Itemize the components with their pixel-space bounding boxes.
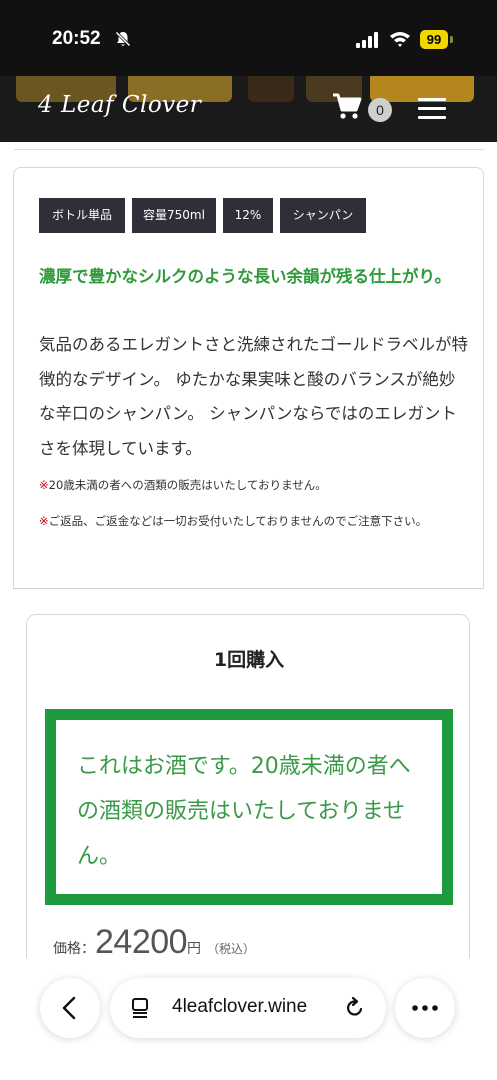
- return-policy-note: ※ご返品、ご返金などは一切お受付いたしておりませんのでご注意下さい。: [39, 506, 471, 536]
- url-text[interactable]: 4leafclover.wine: [172, 996, 307, 1018]
- battery-badge: 99: [420, 30, 448, 49]
- product-tags: ボトル単品 容量750ml 12% シャンパン: [39, 198, 366, 233]
- age-restriction-note: ※20歳未満の者への酒類の販売はいたしておりません。: [39, 470, 471, 500]
- status-time: 20:52: [52, 28, 101, 49]
- product-highlight: 濃厚で豊かなシルクのような長い余韻が残る仕上がり。: [39, 267, 452, 286]
- back-icon: [62, 996, 76, 1020]
- browser-toolbar: 4leafclover.wine: [0, 958, 497, 1080]
- tag-bottle: ボトル単品: [39, 198, 125, 233]
- back-button[interactable]: [40, 978, 100, 1038]
- price-value: 24200: [95, 923, 188, 961]
- reload-icon[interactable]: [344, 997, 366, 1019]
- page-icon: [132, 998, 148, 1018]
- note-mark: ※: [39, 514, 49, 528]
- tag-abv: 12%: [223, 198, 273, 233]
- price-row: 価格：24200円 （税込）: [53, 923, 255, 962]
- more-button[interactable]: [395, 978, 455, 1038]
- status-bar: 20:52 99: [0, 0, 497, 76]
- site-header: 4 Leaf Clover 0: [0, 76, 497, 142]
- note-text: 20歳未満の者への酒類の販売はいたしておりません。: [48, 478, 327, 492]
- note-text: ご返品、ご返金などは一切お受付いたしておりませんのでご注意下さい。: [48, 514, 428, 528]
- address-bar[interactable]: 4leafclover.wine: [110, 978, 386, 1038]
- signal-icon: [356, 32, 378, 48]
- site-logo[interactable]: 4 Leaf Clover: [38, 92, 201, 118]
- purchase-card: 1回購入 これはお酒です。20歳未満の者への酒類の販売はいたしておりません。 価…: [26, 614, 470, 974]
- price-label: 価格：: [53, 941, 95, 957]
- cart-icon[interactable]: [332, 92, 362, 120]
- menu-icon[interactable]: [418, 98, 446, 120]
- cart-count-badge[interactable]: 0: [368, 98, 392, 122]
- price-unit: 円: [187, 941, 202, 957]
- alcohol-warning-text: これはお酒です。20歳未満の者への酒類の販売はいたしておりません。: [77, 754, 411, 869]
- wifi-icon: [390, 32, 410, 47]
- battery-tip: [450, 36, 453, 43]
- divider: [14, 149, 484, 150]
- product-info-card: ボトル単品 容量750ml 12% シャンパン 濃厚で豊かなシルクのような長い余…: [13, 167, 484, 589]
- note-mark: ※: [39, 478, 49, 492]
- tag-volume: 容量750ml: [132, 198, 216, 233]
- alcohol-warning-box: これはお酒です。20歳未満の者への酒類の販売はいたしておりません。: [45, 709, 453, 905]
- price-tax-note: （税込）: [207, 942, 256, 956]
- header-image: [248, 76, 294, 102]
- tag-type: シャンパン: [280, 198, 366, 233]
- bell-off-icon: [115, 31, 131, 47]
- purchase-title: 1回購入: [213, 649, 285, 671]
- product-description: 気品のあるエレガントさと洗練されたゴールドラベルが特徴的なデザイン。 ゆたかな果…: [39, 335, 468, 458]
- more-icon: [412, 1005, 438, 1011]
